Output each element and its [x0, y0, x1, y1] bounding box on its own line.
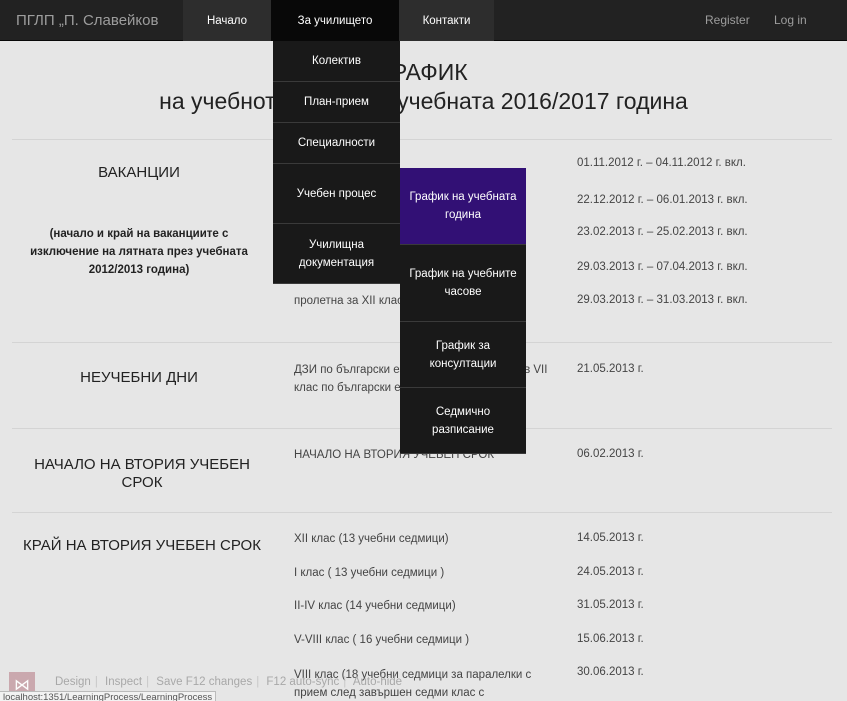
divider	[12, 512, 832, 513]
section-heading-nonschool: НЕУЧЕБНИ ДНИ	[80, 369, 198, 386]
login-link[interactable]: Log in	[774, 13, 807, 27]
design-toggle[interactable]: Design	[55, 676, 91, 688]
vacation-date: 29.03.2013 г. – 31.03.2013 г. вкл.	[577, 294, 748, 306]
learning-process-submenu: График на учебната година График на учеб…	[400, 168, 526, 454]
term-end-event: XII клас (13 учебни седмици)	[294, 533, 449, 545]
auto-hide-toggle[interactable]: Auto-hide	[353, 676, 402, 688]
term-end-date: 31.05.2013 г.	[577, 599, 644, 611]
devtools-items: Design | Inspect | Save F12 changes | F12 a…	[55, 676, 406, 688]
nonschool-date: 21.05.2013 г.	[577, 363, 644, 375]
top-navbar: ПГЛП „П. Славейков Начало За училището К…	[0, 0, 847, 41]
brand-link[interactable]: ПГЛП „П. Славейков	[16, 12, 158, 29]
term-end-date: 14.05.2013 г.	[577, 532, 644, 544]
term-end-event: II-IV клас (14 учебни седмици)	[294, 600, 456, 612]
inspect-toggle[interactable]: Inspect	[105, 676, 142, 688]
register-link[interactable]: Register	[705, 13, 750, 27]
separator: |	[343, 676, 347, 688]
term-end-date: 24.05.2013 г.	[577, 566, 644, 578]
separator: |	[94, 676, 98, 688]
submenu-item-school-year-schedule[interactable]: График на учебната година	[400, 168, 526, 245]
nav-contacts[interactable]: Контакти	[399, 0, 494, 41]
section-heading-term-start: НАЧАЛО НА ВТОРИЯ УЧЕБЕН СРОК	[34, 456, 250, 491]
f12-auto-sync[interactable]: F12 auto-sync	[266, 676, 339, 688]
separator: |	[256, 676, 260, 688]
submenu-item-class-hours-schedule[interactable]: График на учебните часове	[400, 245, 526, 322]
page-subtitle: на учебното време за учебната 2016/2017 …	[159, 88, 688, 114]
submenu-item-consultations-schedule[interactable]: График за консултации	[400, 322, 526, 388]
nav-about-school[interactable]: За училището	[271, 0, 399, 41]
page-title: ГРАФИК	[379, 59, 468, 85]
vacation-date: 22.12.2012 г. – 06.01.2013 г. вкл.	[577, 194, 748, 206]
term-end-event: V-VIII клас ( 16 учебни седмици )	[294, 634, 470, 646]
about-school-dropdown: Колектив План-прием Специалности Учебен …	[273, 41, 400, 284]
save-f12-changes[interactable]: Save F12 changes	[156, 676, 252, 688]
menu-item-admission-plan[interactable]: План-прием	[273, 82, 400, 123]
submenu-item-weekly-timetable[interactable]: Седмично разписание	[400, 388, 526, 454]
vacations-note: (начало и край на ваканциите с изключени…	[30, 228, 248, 276]
vacation-date: 01.11.2012 г. – 04.11.2012 г. вкл.	[577, 157, 746, 169]
divider	[12, 139, 832, 140]
separator: |	[146, 676, 150, 688]
term-end-date: 15.06.2013 г.	[577, 633, 644, 645]
menu-item-learning-process[interactable]: Учебен процес	[273, 164, 400, 224]
section-heading-vacations: ВАКАНЦИИ	[98, 164, 180, 181]
term-start-date: 06.02.2013 г.	[577, 448, 644, 460]
menu-item-school-documentation[interactable]: Училищна документация	[273, 224, 400, 284]
vacation-date: 23.02.2013 г. – 25.02.2013 г. вкл.	[577, 226, 748, 238]
status-bar-url: localhost:1351/LearningProcess/LearningP…	[0, 691, 217, 701]
menu-item-staff[interactable]: Колектив	[273, 41, 400, 82]
section-heading-term-end: КРАЙ НА ВТОРИЯ УЧЕБЕН СРОК	[23, 537, 261, 554]
menu-item-specialties[interactable]: Специалности	[273, 123, 400, 164]
vacation-date: 29.03.2013 г. – 07.04.2013 г. вкл.	[577, 261, 748, 273]
term-end-event: I клас ( 13 учебни седмици )	[294, 567, 445, 579]
nav-home[interactable]: Начало	[183, 0, 271, 41]
